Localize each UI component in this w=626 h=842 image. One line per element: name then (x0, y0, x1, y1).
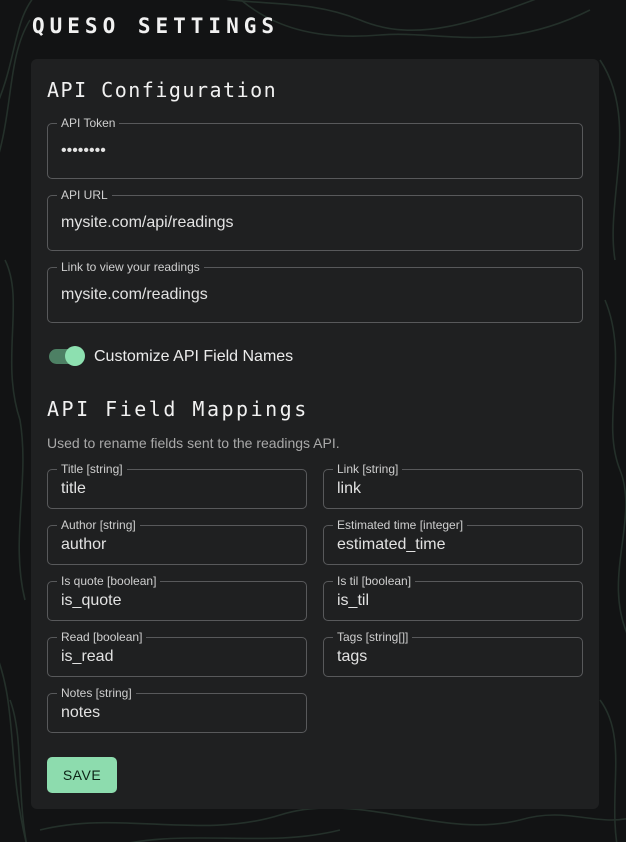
mapping-tags-label: Tags [string[]] (333, 630, 413, 644)
mapping-title-value: title (61, 480, 86, 497)
mapping-read-label: Read [boolean] (57, 630, 147, 644)
readings-link-label: Link to view your readings (57, 260, 204, 274)
api-url-value: mysite.com/api/readings (61, 214, 234, 231)
mapping-tags-field[interactable]: Tags [string[]] tags (323, 630, 583, 677)
save-button[interactable]: SAVE (47, 757, 117, 793)
mapping-title-label: Title [string] (57, 462, 127, 476)
api-token-label: API Token (57, 116, 120, 130)
mapping-read-value: is_read (61, 648, 114, 665)
api-url-field[interactable]: API URL mysite.com/api/readings (47, 188, 583, 251)
readings-link-field[interactable]: Link to view your readings mysite.com/re… (47, 260, 583, 323)
mapping-author-field[interactable]: Author [string] author (47, 518, 307, 565)
api-token-value: •••••••• (61, 142, 106, 159)
mapping-is-quote-field[interactable]: Is quote [boolean] is_quote (47, 574, 307, 621)
mapping-link-label: Link [string] (333, 462, 403, 476)
api-configuration-heading: API Configuration (47, 78, 278, 102)
mapping-title-field[interactable]: Title [string] title (47, 462, 307, 509)
mapping-tags-value: tags (337, 648, 368, 665)
readings-link-value: mysite.com/readings (61, 286, 208, 303)
mapping-notes-value: notes (61, 704, 101, 721)
toggle-thumb (65, 346, 85, 366)
mapping-link-field[interactable]: Link [string] link (323, 462, 583, 509)
mapping-is-til-field[interactable]: Is til [boolean] is_til (323, 574, 583, 621)
mapping-is-til-value: is_til (337, 592, 370, 609)
customize-field-names-toggle[interactable]: Customize API Field Names (47, 346, 307, 368)
api-token-field[interactable]: API Token •••••••• (47, 116, 583, 179)
mapping-is-quote-label: Is quote [boolean] (57, 574, 161, 588)
mapping-notes-field[interactable]: Notes [string] notes (47, 686, 307, 733)
customize-field-names-label: Customize API Field Names (94, 348, 294, 365)
mapping-author-label: Author [string] (57, 518, 140, 532)
field-mappings-heading: API Field Mappings (47, 397, 309, 421)
mapping-read-field[interactable]: Read [boolean] is_read (47, 630, 307, 677)
page-title: QUESO SETTINGS (32, 14, 280, 38)
mapping-notes-label: Notes [string] (57, 686, 136, 700)
api-url-label: API URL (57, 188, 112, 202)
mapping-is-quote-value: is_quote (61, 592, 122, 609)
mapping-estimated-time-value: estimated_time (337, 536, 446, 553)
mapping-estimated-time-label: Estimated time [integer] (333, 518, 468, 532)
mapping-is-til-label: Is til [boolean] (333, 574, 416, 588)
settings-panel: API Configuration API Token •••••••• API… (31, 59, 599, 809)
mapping-estimated-time-field[interactable]: Estimated time [integer] estimated_time (323, 518, 583, 565)
mapping-author-value: author (61, 536, 107, 553)
field-mappings-description: Used to rename fields sent to the readin… (47, 435, 340, 451)
mapping-link-value: link (337, 480, 362, 497)
